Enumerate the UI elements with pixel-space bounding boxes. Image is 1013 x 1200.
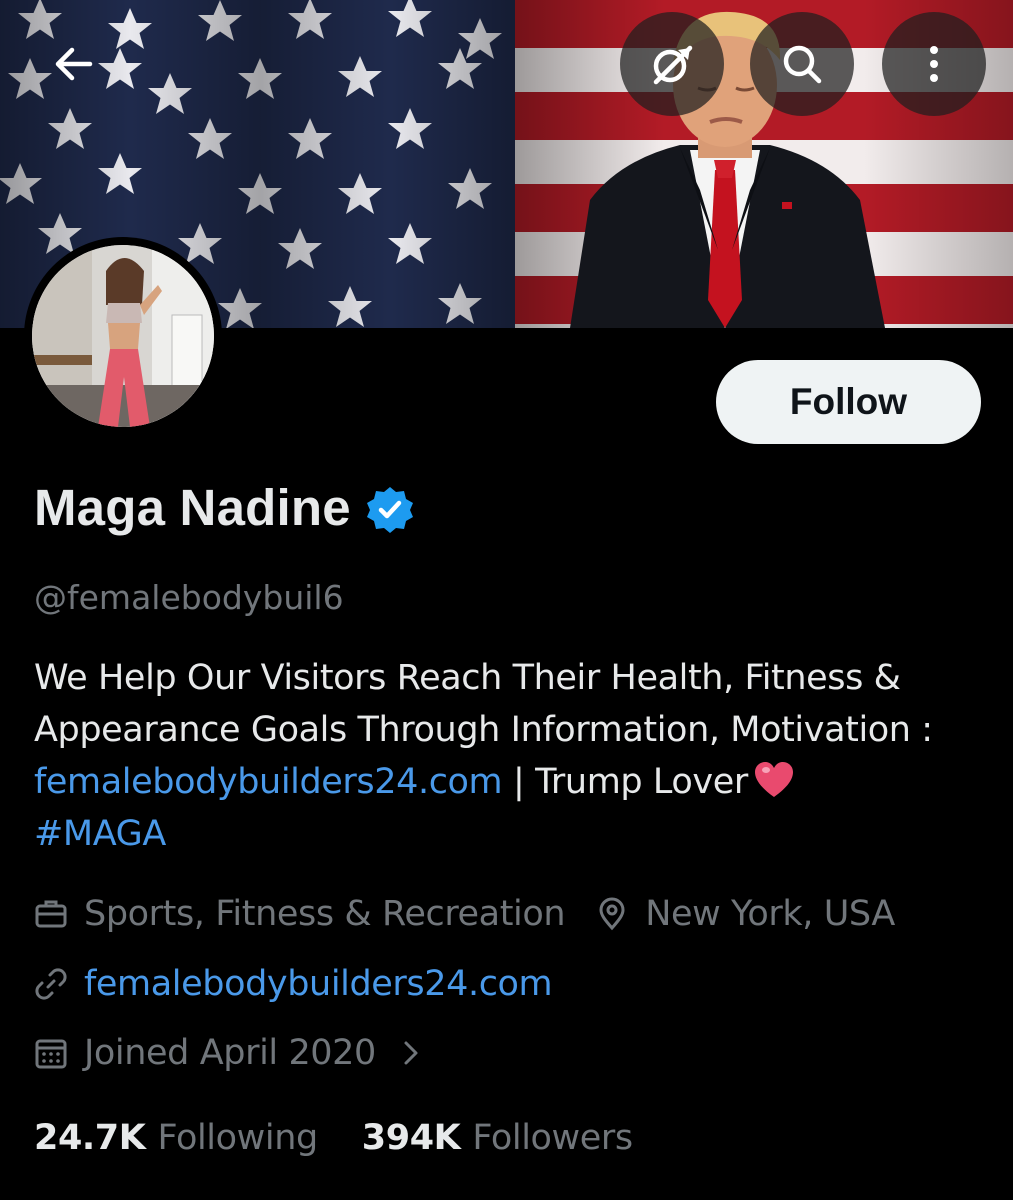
avatar-image xyxy=(32,245,214,427)
profile-meta-joined[interactable]: Joined April 2020 xyxy=(34,1033,424,1073)
more-vertical-icon xyxy=(930,46,938,82)
bio: We Help Our Visitors Reach Their Health,… xyxy=(34,652,994,860)
handle: @femalebodybuil6 xyxy=(34,578,344,617)
briefcase-icon xyxy=(35,900,67,928)
bio-link[interactable]: femalebodybuilders24.com xyxy=(34,762,503,802)
calendar-icon xyxy=(35,1039,67,1069)
location-pin-icon xyxy=(599,897,625,931)
chevron-right-icon xyxy=(404,1041,418,1065)
more-button[interactable] xyxy=(882,12,986,116)
verified-badge-icon[interactable] xyxy=(365,485,415,535)
followers-count: 394K xyxy=(361,1118,461,1158)
following-count: 24.7K xyxy=(34,1118,146,1158)
followers-stat[interactable]: 394K Followers xyxy=(362,1118,633,1158)
following-stat[interactable]: 24.7K Following xyxy=(34,1118,318,1158)
profile-meta-category-location: Sports, Fitness & Recreation New York, U… xyxy=(34,894,895,934)
display-name: Maga Nadine xyxy=(34,479,351,536)
bio-line: femalebodybuilders24.com | Trump Lover xyxy=(34,756,994,808)
profile-meta-website: femalebodybuilders24.com xyxy=(34,964,553,1004)
followers-label: Followers xyxy=(472,1118,633,1158)
website-link[interactable]: femalebodybuilders24.com xyxy=(84,964,553,1004)
bio-line: #MAGA xyxy=(34,808,994,860)
bio-line: Appearance Goals Through Information, Mo… xyxy=(34,710,933,750)
follow-counts: 24.7K Following 394K Followers xyxy=(34,1118,633,1158)
joined-date: Joined April 2020 xyxy=(84,1033,376,1073)
hashtag-link[interactable]: #MAGA xyxy=(34,814,166,854)
grok-button[interactable] xyxy=(620,12,724,116)
search-icon xyxy=(783,45,822,84)
follow-button[interactable]: Follow xyxy=(716,360,981,444)
arrow-left-icon xyxy=(55,47,93,81)
link-icon xyxy=(35,968,67,1000)
bio-line: We Help Our Visitors Reach Their Health,… xyxy=(34,658,901,698)
profile-category: Sports, Fitness & Recreation xyxy=(84,894,566,934)
avatar[interactable] xyxy=(24,237,222,435)
heart-emoji-icon xyxy=(754,762,793,797)
grok-icon xyxy=(653,45,693,85)
following-label: Following xyxy=(157,1118,318,1158)
name-row: Maga Nadine xyxy=(34,478,415,537)
profile-location: New York, USA xyxy=(645,894,895,934)
search-button[interactable] xyxy=(750,12,854,116)
back-button[interactable] xyxy=(22,12,126,116)
bio-text: | Trump Lover xyxy=(502,762,748,802)
